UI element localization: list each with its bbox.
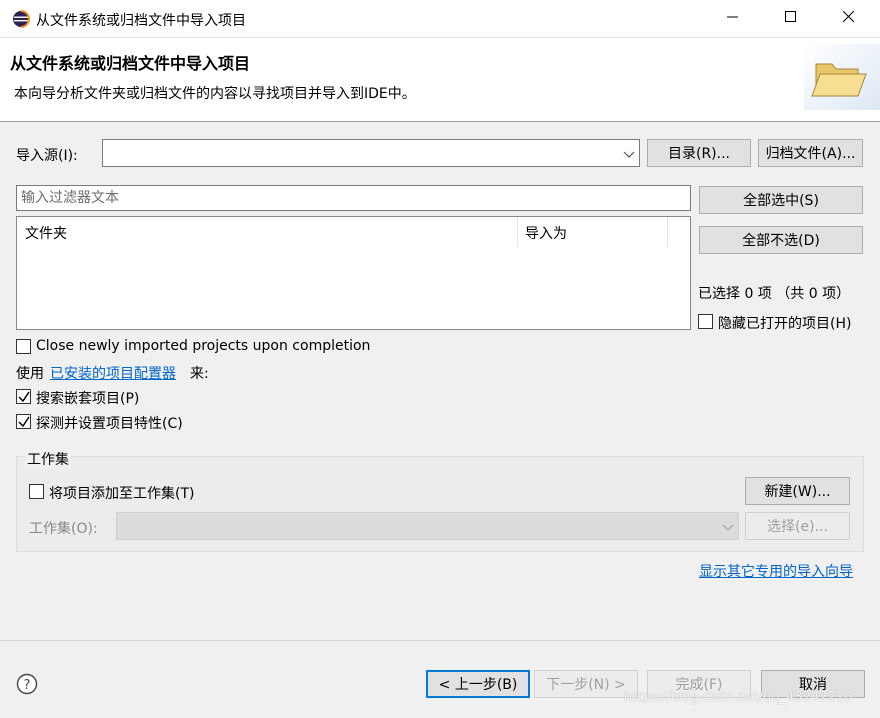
use-prefix: 使用 — [16, 366, 44, 382]
projects-table[interactable]: 文件夹 导入为 — [16, 216, 691, 330]
close-button[interactable] — [820, 0, 878, 38]
select-all-button[interactable]: 全部选中(S) — [699, 186, 863, 214]
column-header-import-as[interactable]: 导入为 — [525, 223, 567, 243]
filter-input[interactable]: 输入过滤器文本 — [16, 185, 691, 211]
minimize-button[interactable] — [704, 0, 762, 38]
add-to-working-set-label[interactable]: 将项目添加至工作集(T) — [49, 483, 194, 503]
column-divider — [667, 217, 668, 247]
other-wizards-link[interactable]: 显示其它专用的导入向导 — [699, 561, 853, 581]
detect-config-checkbox[interactable] — [16, 414, 31, 429]
checkmark-icon — [18, 416, 30, 428]
minimize-icon — [727, 11, 739, 27]
use-suffix: 来: — [190, 366, 209, 382]
close-icon — [842, 10, 855, 27]
working-sets-title: 工作集 — [25, 449, 71, 469]
page-description: 本向导分析文件夹或归档文件的内容以寻找项目并导入到IDE中。 — [14, 86, 416, 102]
select-working-set-button[interactable]: 选择(e)... — [745, 512, 850, 540]
configurators-link[interactable]: 已安装的项目配置器 — [50, 363, 176, 383]
import-source-label: 导入源(I): — [16, 148, 78, 164]
close-imported-checkbox[interactable] — [16, 339, 31, 354]
eclipse-icon — [12, 10, 30, 28]
svg-text:?: ? — [24, 678, 31, 693]
folder-banner-icon — [804, 44, 880, 110]
import-source-combo[interactable] — [102, 139, 640, 167]
back-button[interactable]: < 上一步(B) — [426, 670, 530, 698]
maximize-icon — [785, 11, 797, 27]
selection-status: 已选择 0 项 （共 0 项） — [698, 286, 851, 302]
search-nested-label[interactable]: 搜索嵌套项目(P) — [36, 388, 139, 408]
title-bar: 从文件系统或归档文件中导入项目 — [0, 0, 880, 38]
wizard-header: 从文件系统或归档文件中导入项目 本向导分析文件夹或归档文件的内容以寻找项目并导入… — [0, 38, 880, 122]
help-icon[interactable]: ? — [16, 673, 38, 699]
directory-button[interactable]: 目录(R)... — [647, 139, 751, 167]
deselect-all-button[interactable]: 全部不选(D) — [699, 226, 863, 254]
window-title: 从文件系统或归档文件中导入项目 — [36, 13, 246, 29]
hide-open-label[interactable]: 隐藏已打开的项目(H) — [718, 313, 851, 333]
footer-divider — [0, 640, 880, 641]
detect-config-label[interactable]: 探测并设置项目特性(C) — [36, 413, 183, 433]
close-imported-label[interactable]: Close newly imported projects upon compl… — [36, 338, 370, 354]
watermark: https://blog.csdn.net/qq_43242216 — [624, 690, 853, 705]
chevron-down-icon — [623, 148, 635, 164]
archive-button[interactable]: 归档文件(A)... — [758, 139, 863, 167]
column-divider — [517, 217, 518, 247]
hide-open-checkbox[interactable] — [698, 314, 713, 329]
working-sets-label: 工作集(O): — [29, 521, 98, 537]
search-nested-checkbox[interactable] — [16, 389, 31, 404]
working-sets-combo[interactable] — [116, 512, 739, 540]
column-header-folder[interactable]: 文件夹 — [25, 223, 67, 243]
page-title: 从文件系统或归档文件中导入项目 — [10, 54, 251, 73]
next-button[interactable]: 下一步(N) > — [534, 670, 638, 698]
chevron-down-icon — [722, 521, 734, 537]
add-to-working-set-checkbox[interactable] — [29, 484, 44, 499]
maximize-button[interactable] — [762, 0, 820, 38]
checkmark-icon — [18, 391, 30, 403]
new-working-set-button[interactable]: 新建(W)... — [745, 477, 850, 505]
